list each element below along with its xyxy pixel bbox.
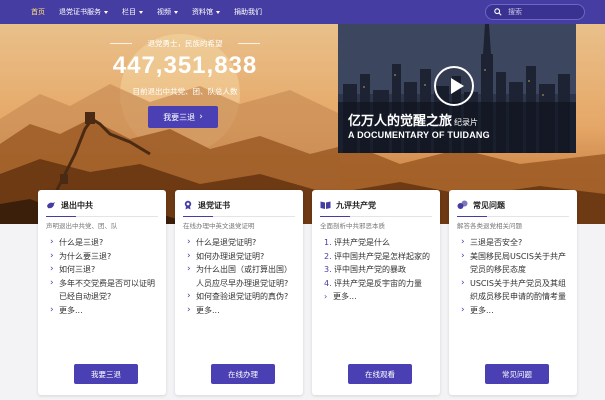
video-subtitle: A DOCUMENTARY OF TUIDANG [348,130,490,140]
divider [46,216,158,217]
nav-library-label: 资料馆 [192,8,213,16]
chevron-right-icon: › [199,112,203,122]
card-link[interactable]: 评中国共产党的暴政 [324,263,434,277]
card-links: 什么是退党证明? 如何办理退党证明? 为什么出国（或打算出国）人员应尽早办理退党… [187,236,297,317]
card-link[interactable]: 什么是退党证明? [187,236,297,250]
card-subtitle: 解答各类退党相关问题 [457,222,522,230]
divider [183,216,295,217]
chevron-down-icon [216,10,220,14]
card-links: 什么是三退? 为什么要三退? 如何三退? 多年不交党费是否可以证明已经自动退党?… [50,236,160,317]
video-title-tag: 纪录片 [454,118,479,127]
chat-bubbles-icon [457,200,468,209]
chevron-down-icon [174,10,178,14]
top-nav: 首页 退党证书服务 栏目 视频 资料馆 捐助我们 [0,0,605,24]
withdrawal-counter: 447,351,838 [112,52,258,79]
faq-button[interactable]: 常见问题 [485,364,549,384]
card-header: 常见问题 [457,198,505,212]
card-nine-commentaries: 九评共产党 全面剖析中共邪恶本质 评共产党是什么 评中国共产党是怎样起家的 评中… [312,190,440,395]
dove-icon [47,202,55,209]
card-link[interactable]: USCIS关于共产党员及其组织成员移民申请的酌情考量 [461,277,571,304]
play-icon[interactable] [434,66,474,106]
chevron-down-icon [139,10,143,14]
nav-certificate-service-label: 退党证书服务 [59,8,101,16]
nav-home[interactable]: 首页 [24,0,52,24]
nav-library[interactable]: 资料馆 [185,0,227,24]
card-header: 退出中共 [46,198,93,212]
card-certificate: 退党证书 在线办理中英文退党证明 什么是退党证明? 如何办理退党证明? 为什么出… [175,190,303,395]
card-subtitle: 声明退出中共党、团、队 [46,222,118,230]
card-link[interactable]: 三退是否安全? [461,236,571,250]
search-box[interactable] [485,4,585,20]
nav-columns[interactable]: 栏目 [115,0,150,24]
card-faq: 常见问题 解答各类退党相关问题 三退是否安全? 美国移民局USCIS关于共产党员… [449,190,577,395]
search-icon[interactable] [494,8,502,16]
card-link[interactable]: 评共产党是什么 [324,236,434,250]
certificate-icon [184,200,192,210]
card-links: 三退是否安全? 美国移民局USCIS关于共产党员的移民态度 USCIS关于共产党… [461,236,571,317]
card-link[interactable]: 为什么要三退? [50,250,160,264]
card-link[interactable]: 评共产党是反宇宙的力量 [324,277,434,291]
more-link[interactable]: 更多... [187,304,297,318]
quit-party-button-label: 我要三退 [163,112,196,122]
card-link[interactable]: 什么是三退? [50,236,160,250]
card-quit-party: 退出中共 声明退出中共党、团、队 什么是三退? 为什么要三退? 如何三退? 多年… [38,190,166,395]
watch-online-button[interactable]: 在线观看 [348,364,412,384]
nav-videos[interactable]: 视频 [150,0,185,24]
divider [457,216,569,217]
nav-columns-label: 栏目 [122,8,136,16]
card-link[interactable]: 如何查验退党证明的真伪? [187,290,297,304]
chevron-down-icon [104,10,108,14]
card-link[interactable]: 为什么出国（或打算出国）人员应尽早办理退党证明? [187,263,297,290]
card-subtitle: 在线办理中英文退党证明 [183,222,255,230]
more-link[interactable]: 更多... [461,304,571,318]
quit-party-card-button[interactable]: 我要三退 [74,364,138,384]
card-header: 九评共产党 [320,198,376,212]
card-title: 退党证书 [198,200,230,210]
video-title: 亿万人的觉醒之旅 纪录片 [348,110,478,129]
hero-tagline: 退党勇士，民族的希望 [110,38,260,49]
card-title: 退出中共 [61,200,93,210]
card-link[interactable]: 多年不交党费是否可以证明已经自动退党? [50,277,160,304]
nav-videos-label: 视频 [157,8,171,16]
card-subtitle: 全面剖析中共邪恶本质 [320,222,385,230]
divider [320,216,432,217]
apply-online-button[interactable]: 在线办理 [211,364,275,384]
card-link[interactable]: 美国移民局USCIS关于共产党员的移民态度 [461,250,571,277]
more-link[interactable]: 更多... [324,290,434,304]
more-link[interactable]: 更多... [50,304,160,318]
nav-donate[interactable]: 捐助我们 [227,0,269,24]
card-title: 常见问题 [473,200,505,210]
quit-party-button[interactable]: 我要三退 › [148,106,218,128]
card-link[interactable]: 如何办理退党证明? [187,250,297,264]
video-title-main: 亿万人的觉醒之旅 [348,114,453,129]
search-input[interactable] [508,8,578,16]
hero-subtitle: 目前退出中共党、团、队总人数 [132,87,238,96]
card-header: 退党证书 [183,198,230,212]
nav-certificate-service[interactable]: 退党证书服务 [52,0,115,24]
card-link[interactable]: 评中国共产党是怎样起家的 [324,250,434,264]
card-title: 九评共产党 [336,200,376,210]
card-links: 评共产党是什么 评中国共产党是怎样起家的 评中国共产党的暴政 评共产党是反宇宙的… [324,236,434,304]
book-icon [320,201,331,209]
card-link[interactable]: 如何三退? [50,263,160,277]
